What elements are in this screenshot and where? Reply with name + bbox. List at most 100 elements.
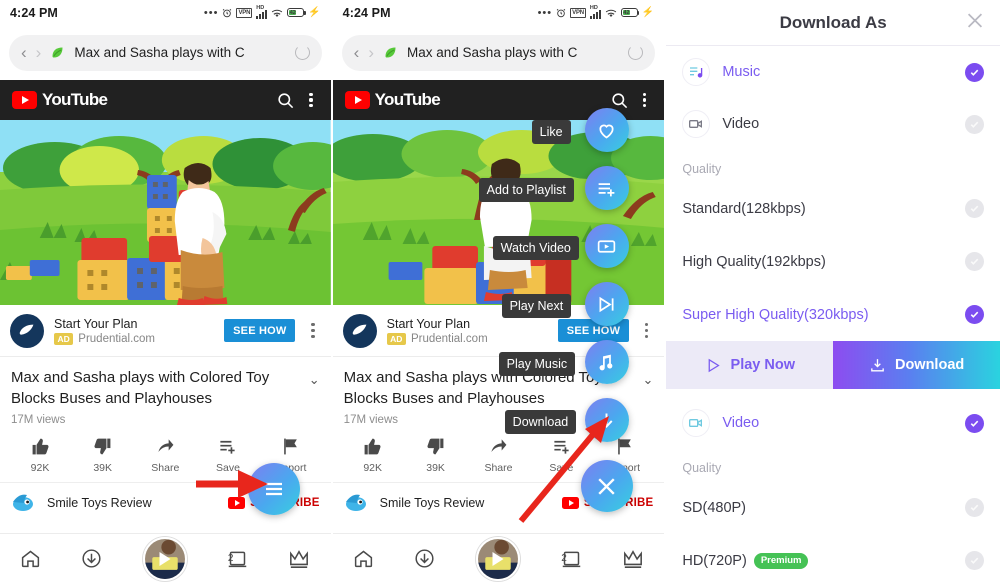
nav-tabs[interactable]: 2 <box>227 548 248 569</box>
option-video[interactable]: Video <box>666 98 1000 150</box>
nav-player[interactable] <box>142 536 187 581</box>
reload-icon[interactable] <box>294 45 310 60</box>
nav-downloads[interactable] <box>81 548 102 569</box>
music-quality-standard-checkbox[interactable] <box>965 199 985 218</box>
play-triangle-icon <box>708 358 720 372</box>
music-quality-super-high-checkbox[interactable] <box>965 305 985 324</box>
browser-forward-button[interactable]: › <box>36 44 42 61</box>
nav-premium[interactable] <box>288 549 310 569</box>
dialog-title: Download As <box>779 12 887 32</box>
dialog-header: Download As <box>666 0 1000 46</box>
option-video-section-checkbox[interactable] <box>965 413 985 433</box>
battery-icon: 42 <box>620 8 640 17</box>
fab-menu-toggle[interactable] <box>248 463 300 515</box>
play-next-icon <box>599 296 614 312</box>
channel-avatar <box>11 489 37 516</box>
option-video-section[interactable]: Video <box>666 397 1000 449</box>
option-music[interactable]: Music <box>666 46 1000 98</box>
fab-play-music[interactable] <box>584 340 629 384</box>
youtube-brand: YouTube <box>42 90 108 109</box>
playlist-add-icon <box>598 182 615 196</box>
action-like[interactable]: 92K <box>347 437 399 474</box>
video-thumbnail[interactable] <box>0 120 331 305</box>
nav-home[interactable] <box>20 548 41 569</box>
url-pill-2[interactable]: ‹ › Max and Sasha plays with C <box>341 34 656 71</box>
music-quality-super-high[interactable]: Super High Quality(320kbps) <box>666 288 1000 341</box>
ad-menu-icon[interactable] <box>639 323 654 338</box>
youtube-small-icon <box>228 496 246 509</box>
action-dislike[interactable]: 39K <box>77 437 129 474</box>
chevron-down-icon[interactable]: ⌄ <box>309 367 320 388</box>
ad-avatar <box>10 313 44 348</box>
video-camera-icon <box>682 409 711 437</box>
nav-player[interactable] <box>476 536 520 581</box>
nav-home[interactable] <box>353 548 374 569</box>
action-share[interactable]: Share <box>139 437 191 474</box>
music-quality-high-label: High Quality(192kbps) <box>682 253 826 270</box>
url-pill[interactable]: ‹ › Max and Sasha plays with C <box>9 34 322 71</box>
music-quality-standard[interactable]: Standard(128kbps) <box>666 182 1000 235</box>
ad-badge: AD <box>54 332 74 345</box>
nav-tabs[interactable]: 2 <box>561 548 582 569</box>
action-dislike[interactable]: 39K <box>410 437 462 474</box>
wifi-icon <box>605 8 617 18</box>
option-video-checkbox[interactable] <box>965 114 985 134</box>
nav-premium[interactable] <box>622 549 644 569</box>
action-dislike-label: 39K <box>426 462 445 474</box>
action-like-label: 92K <box>363 462 383 474</box>
nav-downloads[interactable] <box>414 548 435 569</box>
download-button[interactable]: Download <box>833 341 1000 389</box>
ad-domain: Prudential.com <box>410 332 488 345</box>
video-quality-hd-checkbox[interactable] <box>965 551 985 570</box>
search-icon[interactable] <box>276 91 295 110</box>
ad-text: Start Your Plan AD Prudential.com <box>54 317 214 345</box>
action-save[interactable]: Save <box>202 437 254 474</box>
status-icons-2: ••• VPN HD 42 ⚡ <box>538 5 655 19</box>
action-like[interactable]: 92K <box>14 437 66 474</box>
status-time: 4:24 PM <box>10 5 58 20</box>
alarm-icon <box>556 8 566 18</box>
action-save[interactable]: Save <box>535 437 587 474</box>
action-share-label: Share <box>484 462 513 474</box>
ad-banner[interactable]: Start Your Plan AD Prudential.com SEE HO… <box>0 305 331 357</box>
browser-forward-button[interactable]: › <box>368 44 374 61</box>
music-quality-high[interactable]: High Quality(192kbps) <box>666 235 1000 288</box>
header-menu-icon[interactable] <box>303 92 318 108</box>
ad-menu-icon[interactable] <box>305 323 320 338</box>
header-menu-icon[interactable] <box>637 92 652 108</box>
video-quality-sd-checkbox[interactable] <box>965 498 985 517</box>
tooltip-add-to-playlist: Add to Playlist <box>478 178 574 202</box>
action-share[interactable]: Share <box>472 437 524 474</box>
channel-avatar <box>343 489 370 516</box>
vpn-icon: VPN <box>236 7 253 18</box>
reload-icon[interactable] <box>628 45 644 60</box>
video-views: 17M views <box>11 414 66 426</box>
option-music-checkbox[interactable] <box>965 62 985 82</box>
browser-back-button[interactable]: ‹ <box>21 44 27 61</box>
dialog-close-button[interactable] <box>964 9 986 36</box>
tooltip-like: Like <box>531 120 571 144</box>
fab-play-next[interactable] <box>584 282 629 326</box>
search-icon[interactable] <box>610 91 629 110</box>
ad-cta-button[interactable]: SEE HOW <box>224 319 296 342</box>
ad-avatar <box>342 313 377 348</box>
fab-watch-video[interactable] <box>584 224 629 268</box>
fab-add-to-playlist[interactable] <box>584 166 629 210</box>
fab-close[interactable] <box>580 460 633 512</box>
youtube-logo-2: YouTube <box>344 90 441 110</box>
download-tray-icon <box>871 358 884 371</box>
browser-url-bar: ‹ › Max and Sasha plays with C <box>0 25 331 80</box>
charging-bolt-icon: ⚡ <box>641 7 655 18</box>
music-quality-high-checkbox[interactable] <box>965 252 985 271</box>
fab-download[interactable] <box>584 398 629 442</box>
youtube-play-icon <box>344 91 370 109</box>
site-leaf-icon <box>385 47 396 58</box>
browser-back-button[interactable]: ‹ <box>354 44 360 61</box>
tooltip-play-music: Play Music <box>498 352 576 376</box>
play-now-button[interactable]: Play Now <box>666 341 834 389</box>
fab-like[interactable] <box>584 108 629 152</box>
video-quality-hd[interactable]: HD(720P) Premium <box>666 534 1000 583</box>
music-list-icon <box>682 58 711 86</box>
chevron-down-icon[interactable]: ⌄ <box>642 367 653 388</box>
video-quality-sd[interactable]: SD(480P) <box>666 481 1000 534</box>
